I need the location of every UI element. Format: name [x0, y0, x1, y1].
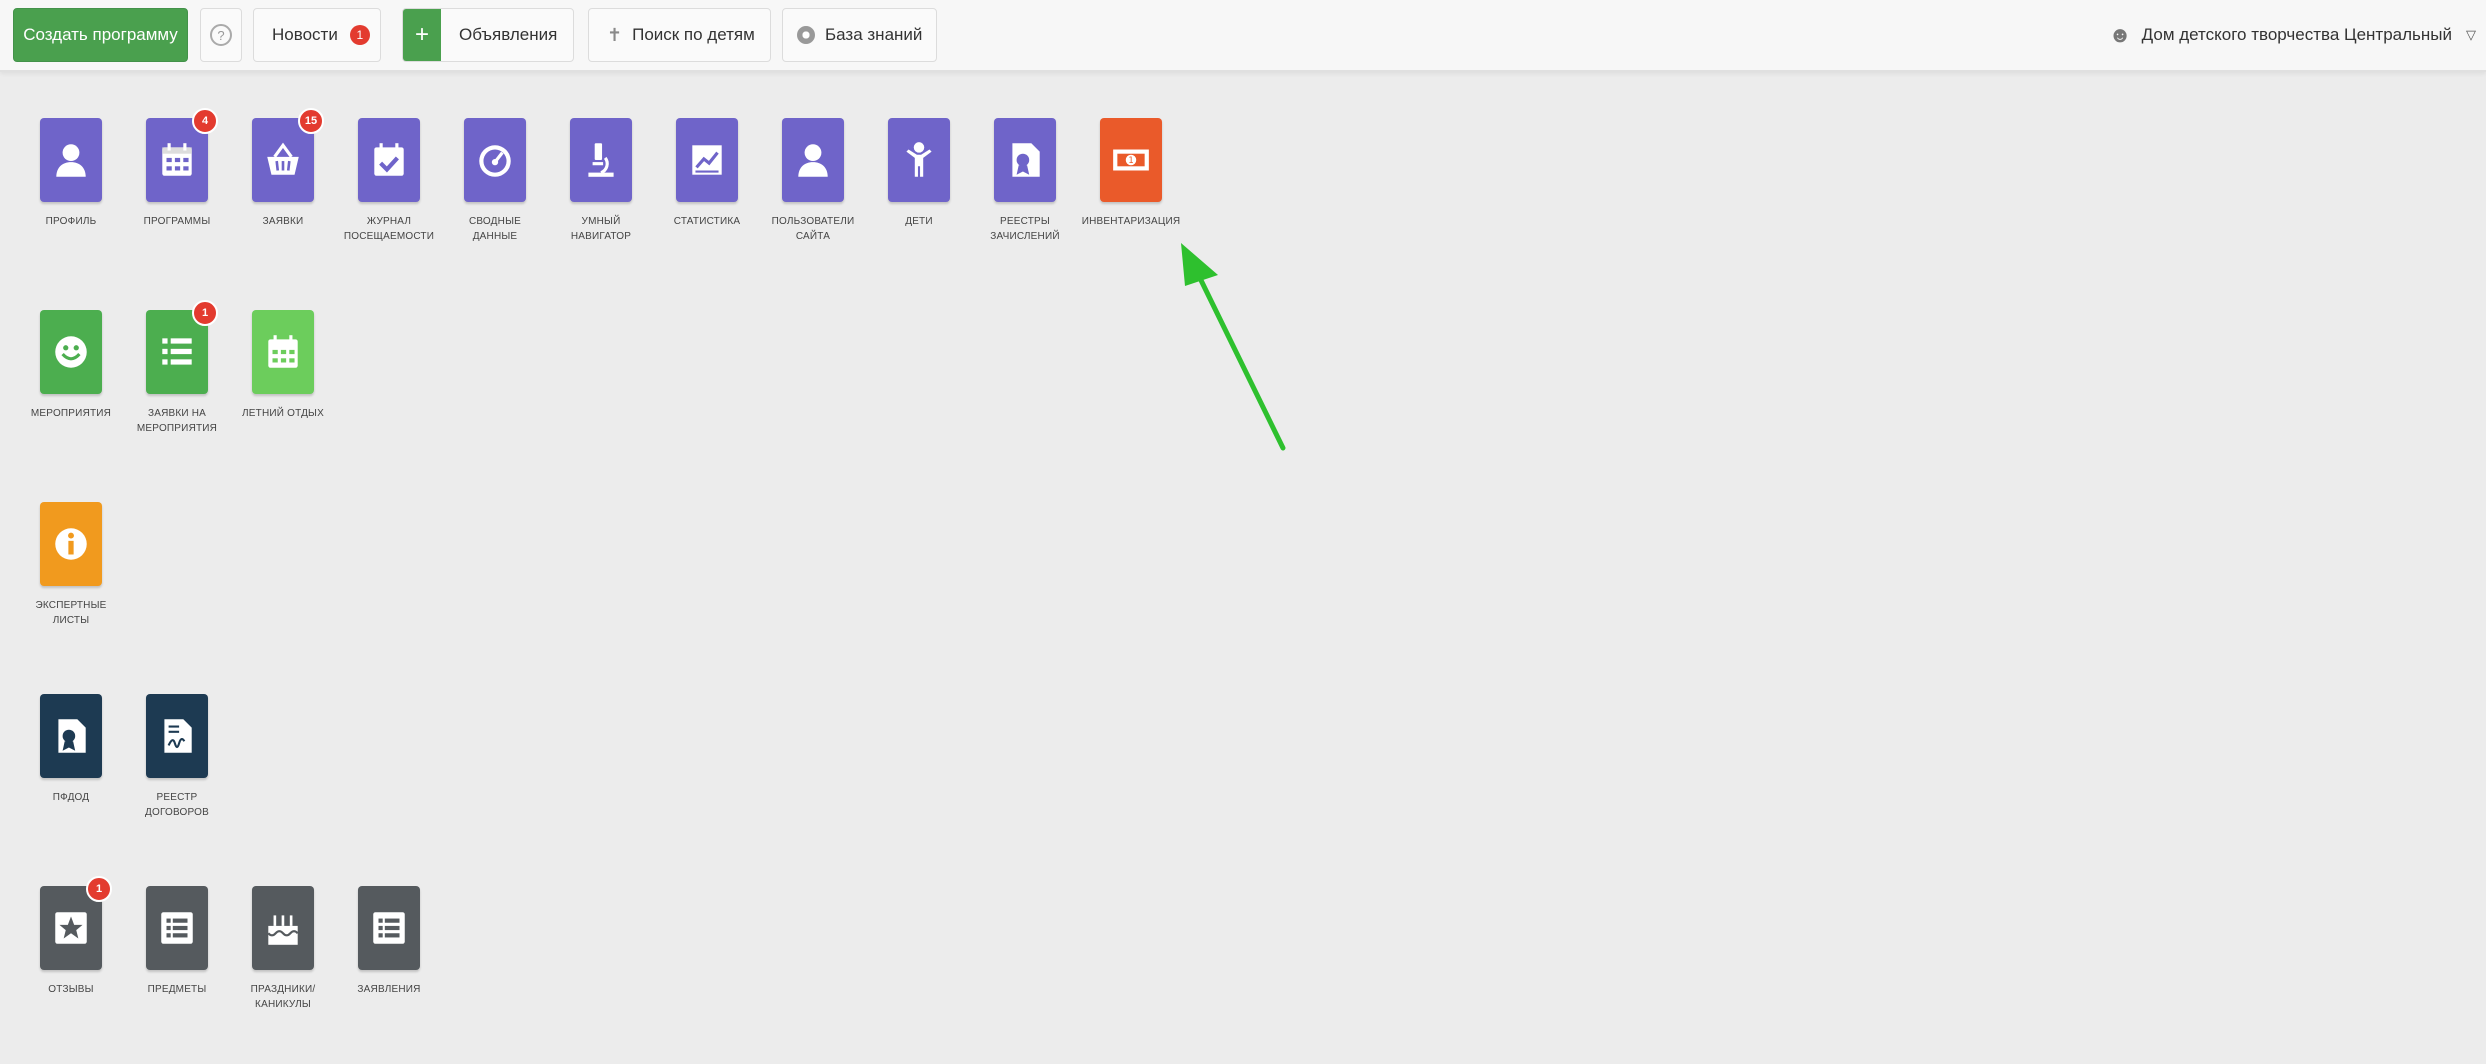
knowledge-base-button[interactable]: База знаний: [782, 8, 937, 62]
child-icon: ✝: [607, 24, 623, 45]
svg-text:1: 1: [1128, 155, 1133, 165]
tile-label: СВОДНЫЕ: [468, 216, 522, 227]
tile-statistics[interactable]: СТАТИСТИКА: [652, 118, 762, 229]
tile-label: ПФДОД: [52, 792, 90, 803]
help-button[interactable]: ?: [200, 8, 242, 62]
tile-statements[interactable]: ЗАЯВЛЕНИЯ: [334, 886, 444, 997]
tile-inventory[interactable]: 1 ИНВЕНТАРИЗАЦИЯ: [1076, 118, 1186, 229]
tile-label: ЗАЯВЛЕНИЯ: [357, 984, 421, 995]
star-icon: 1: [40, 876, 112, 970]
tile-label: СТАТИСТИКА: [673, 216, 741, 227]
tile-label-2: КАНИКУЛЫ: [255, 999, 311, 1010]
smile-icon: [40, 310, 102, 394]
list-icon: 1: [146, 300, 218, 394]
calendar-icon: [252, 310, 314, 394]
tile-label-2: НАВИГАТОР: [570, 231, 632, 242]
list-box-icon: [146, 886, 208, 970]
tile-label-2: ЗАЧИСЛЕНИЙ: [990, 231, 1060, 242]
organization-name: Дом детского творчества Центральный: [2141, 25, 2452, 44]
tile-profile[interactable]: ПРОФИЛЬ: [16, 118, 126, 229]
person-icon: [40, 118, 102, 202]
tile-smart-navigator[interactable]: УМНЫЙ НАВИГАТОР: [546, 118, 656, 244]
tile-children[interactable]: ДЕТИ: [864, 118, 974, 229]
tile-contracts-registry[interactable]: РЕЕСТР ДОГОВОРОВ: [122, 694, 232, 820]
plus-icon: +: [403, 9, 441, 61]
list-box-icon: [358, 886, 420, 970]
lifebuoy-icon: [797, 26, 815, 44]
tile-label-2: ДОГОВОРОВ: [145, 807, 209, 818]
tile-label-2: МЕРОПРИЯТИЯ: [136, 423, 218, 434]
help-icon: ?: [210, 24, 232, 46]
tile-expert-sheets[interactable]: ЭКСПЕРТНЫЕ ЛИСТЫ: [16, 502, 126, 628]
tile-label: УМНЫЙ: [581, 216, 621, 227]
birthday-cake-icon: [252, 886, 314, 970]
tile-label: МЕРОПРИЯТИЯ: [30, 408, 112, 419]
tile-subjects[interactable]: ПРЕДМЕТЫ: [122, 886, 232, 997]
tile-label: ОТЗЫВЫ: [48, 984, 94, 995]
info-icon: [40, 502, 102, 586]
tile-badge: 1: [86, 876, 112, 902]
organization-selector[interactable]: ☻ Дом детского творчества Центральный ▽: [2109, 8, 2477, 62]
create-program-button[interactable]: Создать программу: [13, 8, 188, 62]
tile-label-2: ДАННЫЕ: [472, 231, 518, 242]
tile-programs[interactable]: 4 ПРОГРАММЫ: [122, 108, 232, 229]
document-certificate-icon: [40, 694, 102, 778]
news-label: Новости: [272, 25, 338, 44]
user-icon: [782, 118, 844, 202]
tile-pfdod[interactable]: ПФДОД: [16, 694, 126, 805]
announcements-button[interactable]: + Объявления: [402, 8, 574, 62]
tile-label: ЖУРНАЛ: [366, 216, 412, 227]
tile-label-2: САЙТА: [795, 231, 831, 242]
tile-events[interactable]: МЕРОПРИЯТИЯ: [16, 310, 126, 421]
search-children-label: Поиск по детям: [632, 25, 755, 44]
tile-label: ПОЛЬЗОВАТЕЛИ: [771, 216, 855, 227]
tile-site-users[interactable]: ПОЛЬЗОВАТЕЛИ САЙТА: [758, 118, 868, 244]
dashboard-icon: [464, 118, 526, 202]
tile-label: ЛЕТНИЙ ОТДЫХ: [242, 408, 324, 419]
tile-label: ИНВЕНТАРИЗАЦИЯ: [1081, 216, 1181, 227]
search-children-button[interactable]: ✝ Поиск по детям: [588, 8, 771, 62]
news-badge: 1: [349, 25, 370, 45]
tile-label-2: ПОСЕЩАЕМОСТИ: [343, 231, 435, 242]
tile-label: ДЕТИ: [905, 216, 933, 227]
line-chart-icon: [676, 118, 738, 202]
calendar-icon: 4: [146, 108, 218, 202]
tile-summer-rest[interactable]: ЛЕТНИЙ ОТДЫХ: [228, 310, 338, 421]
tile-label: ЗАЯВКИ: [262, 216, 304, 227]
tile-badge: 1: [192, 300, 218, 326]
money-bill-icon: 1: [1100, 118, 1162, 202]
calendar-check-icon: [358, 118, 420, 202]
user-icon: ☻: [2108, 22, 2132, 47]
tile-label: РЕЕСТР: [156, 792, 198, 803]
tile-event-requests[interactable]: 1 ЗАЯВКИ НА МЕРОПРИЯТИЯ: [122, 300, 232, 436]
news-button[interactable]: Новости 1: [253, 8, 381, 62]
tile-label: ПРАЗДНИКИ/: [250, 984, 316, 995]
tile-label: ПРОФИЛЬ: [45, 216, 97, 227]
document-certificate-icon: [994, 118, 1056, 202]
tile-label: ПРЕДМЕТЫ: [147, 984, 207, 995]
tile-badge: 15: [298, 108, 324, 134]
basket-icon: 15: [252, 108, 324, 202]
announcements-label: Объявления: [459, 25, 558, 44]
knowledge-base-label: База знаний: [825, 25, 923, 44]
tile-enrollment-registries[interactable]: РЕЕСТРЫ ЗАЧИСЛЕНИЙ: [970, 118, 1080, 244]
tile-reviews[interactable]: 1 ОТЗЫВЫ: [16, 876, 126, 997]
microscope-icon: [570, 118, 632, 202]
caret-down-icon: ▽: [2466, 27, 2476, 42]
tile-requests[interactable]: 15 ЗАЯВКИ: [228, 108, 338, 229]
create-program-label: Создать программу: [23, 25, 178, 44]
child-icon: [888, 118, 950, 202]
tile-label: ЭКСПЕРТНЫЕ: [35, 600, 107, 611]
tile-label: ЗАЯВКИ НА: [147, 408, 207, 419]
tile-label-2: ЛИСТЫ: [52, 615, 90, 626]
tile-attendance-journal[interactable]: ЖУРНАЛ ПОСЕЩАЕМОСТИ: [334, 118, 444, 244]
top-toolbar: Создать программу ? Новости 1 + Объявлен…: [0, 0, 2486, 72]
signed-document-icon: [146, 694, 208, 778]
tile-label: РЕЕСТРЫ: [1000, 216, 1050, 227]
tile-label: ПРОГРАММЫ: [143, 216, 211, 227]
tile-badge: 4: [192, 108, 218, 134]
tile-summary-data[interactable]: СВОДНЫЕ ДАННЫЕ: [440, 118, 550, 244]
tile-holidays[interactable]: ПРАЗДНИКИ/ КАНИКУЛЫ: [228, 886, 338, 1012]
